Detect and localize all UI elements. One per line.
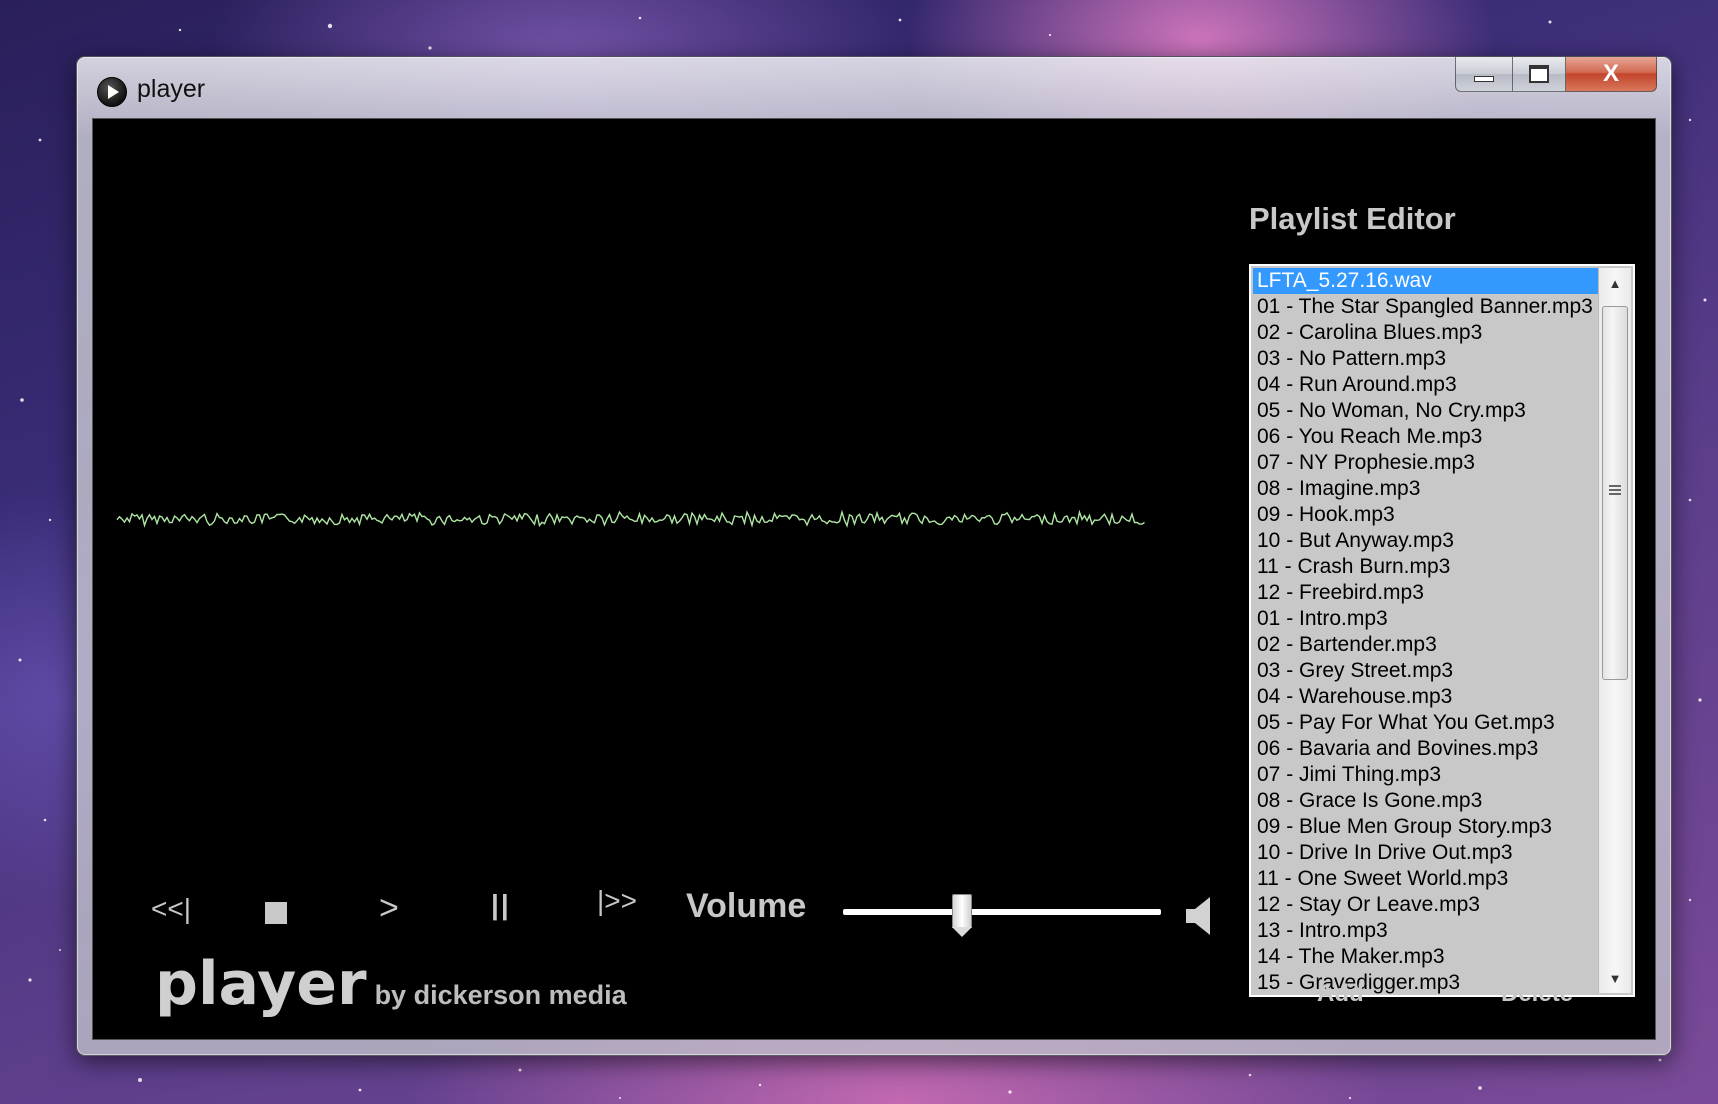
grip-icon xyxy=(1609,485,1621,497)
maximize-icon xyxy=(1529,65,1549,83)
minimize-button[interactable] xyxy=(1455,57,1513,92)
brand-logo: player by dickerson media xyxy=(155,949,627,1019)
playlist-item[interactable]: 12 - Freebird.mp3 xyxy=(1253,580,1599,606)
playlist-item[interactable]: 04 - Run Around.mp3 xyxy=(1253,372,1599,398)
playlist-item[interactable]: 09 - Hook.mp3 xyxy=(1253,502,1599,528)
playlist-item[interactable]: 11 - One Sweet World.mp3 xyxy=(1253,866,1599,892)
playlist-item[interactable]: 03 - No Pattern.mp3 xyxy=(1253,346,1599,372)
playlist-item[interactable]: LFTA_5.27.16.wav xyxy=(1253,268,1599,294)
volume-label: Volume xyxy=(686,887,807,925)
playlist-item[interactable]: 08 - Grace Is Gone.mp3 xyxy=(1253,788,1599,814)
play-button[interactable]: > xyxy=(379,889,399,928)
playlist-item[interactable]: 08 - Imagine.mp3 xyxy=(1253,476,1599,502)
add-button[interactable]: Add xyxy=(1317,980,1364,1008)
playlist-item[interactable]: 05 - No Woman, No Cry.mp3 xyxy=(1253,398,1599,424)
speaker-icon[interactable] xyxy=(1186,896,1214,936)
scroll-down-arrow-icon[interactable]: ▼ xyxy=(1599,963,1631,993)
minimize-icon xyxy=(1474,76,1494,82)
next-track-button[interactable]: |>> xyxy=(597,885,637,917)
previous-track-button[interactable]: <<| xyxy=(151,893,191,925)
waveform-line xyxy=(116,509,1145,528)
playlist-item[interactable]: 09 - Blue Men Group Story.mp3 xyxy=(1253,814,1599,840)
playlist-item[interactable]: 06 - You Reach Me.mp3 xyxy=(1253,424,1599,450)
playlist-item[interactable]: 11 - Crash Burn.mp3 xyxy=(1253,554,1599,580)
playlist-items: LFTA_5.27.16.wav 01 - The Star Spangled B… xyxy=(1253,268,1599,995)
playlist-item[interactable]: 07 - NY Prophesie.mp3 xyxy=(1253,450,1599,476)
playlist-item[interactable]: 12 - Stay Or Leave.mp3 xyxy=(1253,892,1599,918)
playlist-item[interactable]: 10 - But Anyway.mp3 xyxy=(1253,528,1599,554)
playlist-item[interactable]: 01 - The Star Spangled Banner.mp3 xyxy=(1253,294,1599,320)
playlist-item[interactable]: 07 - Jimi Thing.mp3 xyxy=(1253,762,1599,788)
stop-button[interactable] xyxy=(265,902,287,924)
maximize-button[interactable] xyxy=(1513,57,1566,92)
close-button[interactable]: X xyxy=(1566,57,1657,92)
playlist-scrollbar[interactable]: ▲ ▼ xyxy=(1598,268,1631,993)
window-title: player xyxy=(137,75,206,103)
playlist-item[interactable]: 01 - Intro.mp3 xyxy=(1253,606,1599,632)
playlist-item[interactable]: 02 - Bartender.mp3 xyxy=(1253,632,1599,658)
pause-button[interactable]: || xyxy=(491,889,511,921)
volume-slider-track[interactable] xyxy=(843,909,1161,915)
delete-button[interactable]: Delete xyxy=(1501,980,1573,1008)
playlist-item[interactable]: 10 - Drive In Drive Out.mp3 xyxy=(1253,840,1599,866)
playlist-item[interactable]: 14 - The Maker.mp3 xyxy=(1253,944,1599,970)
player-client-area: Playlist Editor LFTA_5.27.16.wav 01 - The… xyxy=(92,118,1656,1040)
playlist-item[interactable]: 05 - Pay For What You Get.mp3 xyxy=(1253,710,1599,736)
volume-slider-thumb[interactable] xyxy=(951,894,972,937)
playlist-listbox[interactable]: LFTA_5.27.16.wav 01 - The Star Spangled B… xyxy=(1249,264,1635,997)
scroll-thumb[interactable] xyxy=(1602,306,1628,680)
playlist-item[interactable]: 03 - Grey Street.mp3 xyxy=(1253,658,1599,684)
playlist-item[interactable]: 02 - Carolina Blues.mp3 xyxy=(1253,320,1599,346)
brand-subtitle: by dickerson media xyxy=(374,980,627,1010)
app-play-icon xyxy=(97,77,127,107)
caption-buttons: X xyxy=(1455,57,1657,93)
close-icon: X xyxy=(1602,60,1619,87)
playlist-item[interactable]: 06 - Bavaria and Bovines.mp3 xyxy=(1253,736,1599,762)
brand-name: player xyxy=(155,949,367,1019)
playlist-editor-title: Playlist Editor xyxy=(1249,201,1456,236)
title-bar[interactable]: player X xyxy=(77,57,1671,115)
scroll-up-arrow-icon[interactable]: ▲ xyxy=(1599,268,1631,298)
playlist-item[interactable]: 13 - Intro.mp3 xyxy=(1253,918,1599,944)
player-window: player X Playlist Editor LFTA_5.27.16.wa… xyxy=(76,56,1672,1056)
playlist-item[interactable]: 04 - Warehouse.mp3 xyxy=(1253,684,1599,710)
